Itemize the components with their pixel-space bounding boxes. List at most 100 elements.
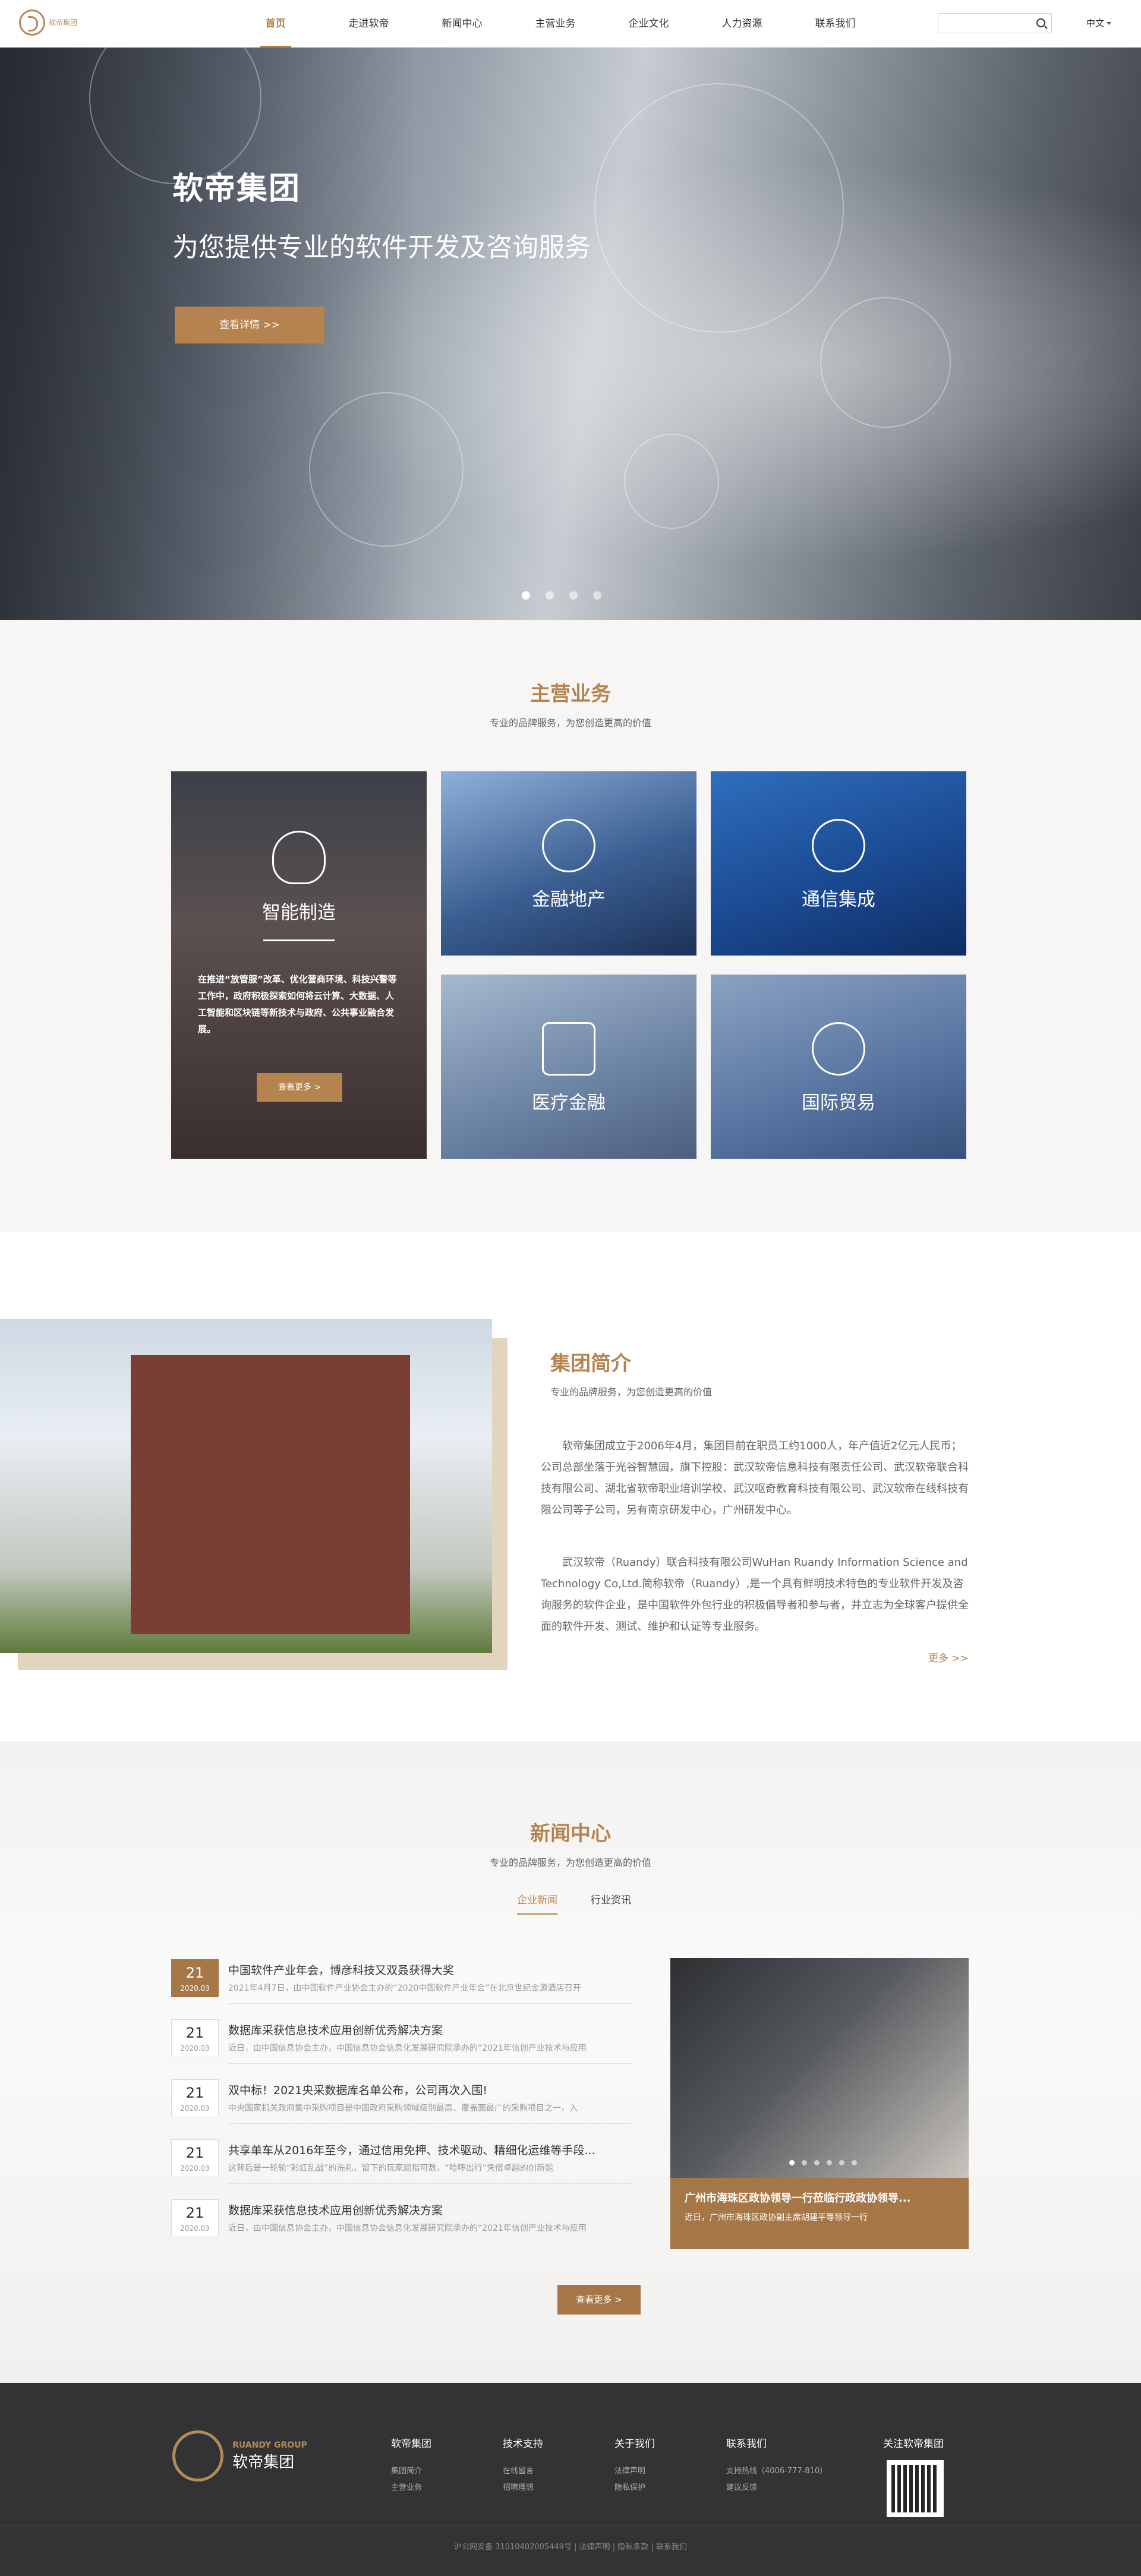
news-title[interactable]: 数据库采获信息技术应用创新优秀解决方案 <box>228 2022 632 2038</box>
about-more-link[interactable]: 更多 >> <box>928 1650 969 1664</box>
footer-link[interactable]: 在线留言 <box>503 2463 543 2480</box>
search-icon[interactable] <box>1036 18 1045 27</box>
tab-industry-news[interactable]: 行业资讯 <box>591 1891 631 1915</box>
carousel-dot[interactable] <box>852 2160 857 2165</box>
feature-title: 广州市海珠区政协领导一行莅临行政政协领导... <box>685 2192 911 2205</box>
footer-col-title: 关注软帝集团 <box>883 2438 944 2450</box>
carousel-dot[interactable] <box>802 2160 807 2165</box>
view-more-button[interactable]: 查看更多 > <box>257 1073 342 1102</box>
date-badge: 21 2020.03 <box>171 1959 219 1997</box>
carousel-dot[interactable] <box>839 2160 844 2165</box>
about-paragraph: 武汉软帝（Ruandy）联合科技有限公司WuHan Ruandy Informa… <box>541 1556 969 1633</box>
card-label: 通信集成 <box>802 889 875 910</box>
carousel-dot[interactable] <box>546 591 554 600</box>
date-day: 21 <box>185 2205 204 2221</box>
hero-title: 软帝集团 <box>172 171 301 207</box>
footer-link[interactable]: 主营业务 <box>391 2480 431 2496</box>
nav-item-about[interactable]: 走进软帝 <box>322 0 415 48</box>
nav-item-contact[interactable]: 联系我们 <box>789 0 882 48</box>
about-subtitle: 专业的品牌服务，为您创造更高的价值 <box>550 1386 713 1398</box>
business-card-finance-realestate[interactable]: 金融地产 <box>441 771 696 956</box>
nav-item-news[interactable]: 新闻中心 <box>415 0 509 48</box>
news-brief: 近日，由中国信息协会主办，中国信息协会信息化发展研究院承办的“2021年信创产业… <box>228 2044 587 2053</box>
footer-link[interactable]: 招聘理想 <box>503 2480 543 2496</box>
footer-logo[interactable]: RUANDY GROUP 软帝集团 <box>172 2430 307 2482</box>
carousel-dot[interactable] <box>522 591 530 600</box>
footer-link[interactable]: 支持热线（4006-777-810） <box>726 2463 827 2480</box>
footer-link[interactable]: 隐私保护 <box>614 2480 655 2496</box>
about-title: 集团简介 <box>550 1352 631 1376</box>
news-tabs: 企业新闻 行业资讯 <box>517 1891 631 1915</box>
footer-col-contact: 联系我们 支持热线（4006-777-810） 建议反馈 <box>726 2435 827 2496</box>
date-ym: 2020.03 <box>180 2224 210 2233</box>
date-day: 21 <box>185 2025 204 2041</box>
business-card-telecom[interactable]: 通信集成 <box>711 771 966 956</box>
nav-item-home[interactable]: 首页 <box>229 0 322 48</box>
nav-item-business[interactable]: 主营业务 <box>509 0 602 48</box>
carousel-dot[interactable] <box>569 591 578 600</box>
globe-icon <box>812 1022 865 1076</box>
language-switch[interactable]: 中文 <box>1086 17 1112 29</box>
footer-col-title: 联系我们 <box>726 2438 767 2450</box>
business-subtitle: 专业的品牌服务，为您创造更高的价值 <box>489 717 651 729</box>
medical-kit-icon <box>542 1022 595 1076</box>
date-badge: 21 2020.03 <box>171 2079 219 2117</box>
news-feature-card[interactable]: 广州市海珠区政协领导一行莅临行政政协领导... 近日，广州市海珠区政协副主席胡建… <box>670 1958 969 2249</box>
business-card-medical-finance[interactable]: 医疗金融 <box>441 975 696 1159</box>
news-title[interactable]: 数据库采获信息技术应用创新优秀解决方案 <box>228 2202 632 2218</box>
card-label: 医疗金融 <box>532 1092 606 1114</box>
decor-circle <box>594 83 844 333</box>
carousel-dot[interactable] <box>814 2160 819 2165</box>
news-brief: 中央国家机关政府集中采购项目是中国政府采购领域级别最高、覆盖面最广的采购项目之一… <box>228 2104 578 2113</box>
nav-item-hr[interactable]: 人力资源 <box>695 0 789 48</box>
signal-icon <box>812 819 865 872</box>
news-more-button[interactable]: 查看更多 > <box>557 2285 641 2315</box>
date-ym: 2020.03 <box>180 2164 210 2173</box>
date-badge: 21 2020.03 <box>171 2019 219 2057</box>
date-ym: 2020.03 <box>180 1984 210 1992</box>
logo-cn: 软帝集团 <box>232 2453 295 2471</box>
hero-detail-button[interactable]: 查看详情 >> <box>175 307 324 343</box>
footer-col-follow: 关注软帝集团 <box>883 2435 944 2463</box>
footer-link[interactable]: 建议反馈 <box>726 2480 827 2496</box>
card-label: 国际贸易 <box>802 1092 875 1114</box>
divider <box>228 2003 632 2004</box>
news-item[interactable]: 21 2020.03 双中标！2021央采数据库名单公布，公司再次入围! 中央国家… <box>171 2079 632 2124</box>
news-brief: 这背后是一轮轮“彩虹乱战”的洗礼，留下的玩家屈指可数，“哈啰出行”凭借卓越的创新… <box>228 2164 554 2173</box>
tab-company-news[interactable]: 企业新闻 <box>517 1891 557 1915</box>
card-label: 金融地产 <box>532 889 606 910</box>
news-title[interactable]: 双中标！2021央采数据库名单公布，公司再次入围! <box>228 2082 632 2098</box>
footer-link[interactable]: 集团简介 <box>391 2463 431 2480</box>
footer-col-title: 关于我们 <box>614 2438 655 2450</box>
card-description: 在推进“放管服”改革、优化营商环境、科技兴警等工作中，政府积极探索如何将云计算、… <box>198 974 397 1035</box>
hero-banner: 软帝集团 为您提供专业的软件开发及咨询服务 查看详情 >> <box>0 48 1141 620</box>
nav-item-culture[interactable]: 企业文化 <box>602 0 695 48</box>
feature-image <box>670 1958 969 2178</box>
footer-col-title: 技术支持 <box>503 2438 543 2450</box>
search-input[interactable] <box>938 14 1027 33</box>
date-ym: 2020.03 <box>180 2044 210 2052</box>
news-title[interactable]: 共享单车从2016年至今，通过信用免押、技术驱动、精细化运维等手段... <box>228 2142 632 2158</box>
news-item[interactable]: 21 2020.03 中国软件产业年会，博彦科技又双叒获得大奖 2021年4月7日… <box>171 1959 632 2004</box>
site-header: 软帝集团 首页 走进软帝 新闻中心 主营业务 企业文化 人力资源 联系我们 中文 <box>0 0 1141 48</box>
building <box>131 1355 410 1634</box>
footer-link[interactable]: 法律声明 <box>614 2463 655 2480</box>
business-card-manufacturing[interactable]: 智能制造 在推进“放管服”改革、优化营商环境、科技兴警等工作中，政府积极探索如何… <box>171 771 427 1159</box>
card-label: 智能制造 <box>262 902 336 923</box>
date-day: 21 <box>185 2085 204 2101</box>
carousel-dot[interactable] <box>827 2160 832 2165</box>
language-label: 中文 <box>1086 18 1105 29</box>
carousel-dot[interactable] <box>593 591 601 600</box>
feature-carousel-dots <box>789 2160 857 2165</box>
divider <box>228 2183 632 2184</box>
news-title[interactable]: 中国软件产业年会，博彦科技又双叒获得大奖 <box>228 1962 632 1978</box>
news-item[interactable]: 21 2020.03 共享单车从2016年至今，通过信用免押、技术驱动、精细化运维… <box>171 2139 632 2184</box>
feature-caption: 广州市海珠区政协领导一行莅临行政政协领导... 近日，广州市海珠区政协副主席胡建… <box>670 2178 969 2249</box>
logo[interactable]: 软帝集团 <box>19 10 77 36</box>
carousel-dot[interactable] <box>789 2160 795 2165</box>
decor-circle <box>309 392 464 547</box>
business-card-trade[interactable]: 国际贸易 <box>711 975 966 1159</box>
news-item[interactable]: 21 2020.03 数据库采获信息技术应用创新优秀解决方案 近日，由中国信息协会… <box>171 2199 629 2244</box>
date-badge: 21 2020.03 <box>171 2199 219 2237</box>
news-item[interactable]: 21 2020.03 数据库采获信息技术应用创新优秀解决方案 近日，由中国信息协会… <box>171 2019 632 2064</box>
